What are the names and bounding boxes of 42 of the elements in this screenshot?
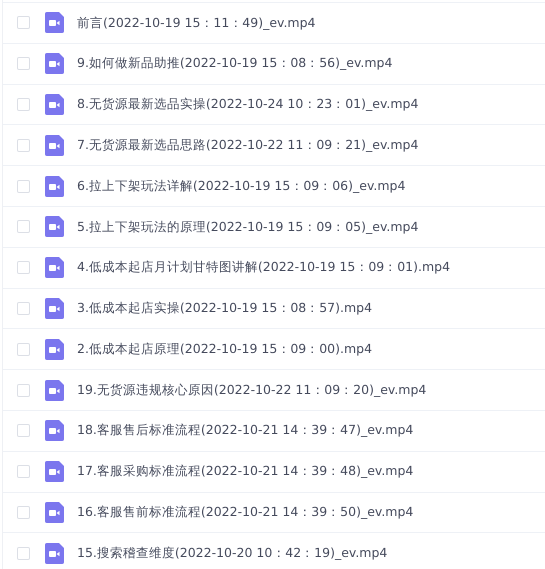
file-name[interactable]: 16.客服售前标准流程(2022-10-21 14：39：50)_ev.mp4 [77,503,414,522]
checkbox[interactable] [17,180,30,193]
file-name[interactable]: 19.无货源违规核心原因(2022-10-22 11：09：20)_ev.mp4 [77,380,426,400]
checkbox[interactable] [17,465,30,478]
file-name[interactable]: 7.无货源最新选品思路(2022-10-22 11：09：21)_ev.mp4 [77,136,418,155]
file-name[interactable]: 6.拉上下架玩法详解(2022-10-19 15：09：06)_ev.mp4 [77,176,406,196]
video-file-icon [45,216,64,238]
file-name[interactable]: 15.搜索稽查维度(2022-10-20 10：42：19)_ev.mp4 [77,544,388,563]
video-file-icon [45,338,64,360]
checkbox[interactable] [17,546,30,560]
checkbox[interactable] [17,16,30,30]
video-file-icon [45,298,64,319]
checkbox[interactable] [17,261,30,274]
checkbox[interactable] [17,342,30,356]
video-file-icon [45,461,64,482]
video-file-icon [45,53,64,74]
video-file-icon [45,420,64,442]
video-file-icon [45,502,64,523]
checkbox[interactable] [17,302,30,315]
file-name[interactable]: 2.低成本起店原理(2022-10-19 15：09：00).mp4 [77,340,372,359]
file-name[interactable]: 4.低成本起店月计划甘特图讲解(2022-10-19 15：09：01).mp4 [77,258,450,278]
video-file-icon [45,542,64,564]
checkbox[interactable] [17,506,30,519]
video-file-icon [45,134,64,156]
video-file-icon [45,257,64,278]
file-name[interactable]: 5.拉上下架玩法的原理(2022-10-19 15：09：05)_ev.mp4 [77,218,418,236]
checkbox[interactable] [17,138,30,152]
file-name[interactable]: 17.客服采购标准流程(2022-10-21 14：39：48)_ev.mp4 [77,462,414,482]
checkbox[interactable] [17,220,30,234]
video-file-icon [45,380,64,401]
checkbox[interactable] [17,98,30,111]
file-name[interactable]: 8.无货源最新选品实操(2022-10-24 10：23：01)_ev.mp4 [77,95,418,114]
file-name[interactable]: 前言(2022-10-19 15：11：49)_ev.mp4 [77,14,316,32]
video-file-icon [45,94,64,115]
file-name[interactable]: 3.低成本起店实操(2022-10-19 15：08：57).mp4 [77,299,372,318]
video-file-icon [45,176,64,197]
checkbox[interactable] [17,57,30,70]
video-file-icon [45,12,64,34]
file-name[interactable]: 18.客服售后标准流程(2022-10-21 14：39：47)_ev.mp4 [77,421,414,440]
checkbox[interactable] [17,424,30,438]
checkbox[interactable] [17,384,30,397]
file-name[interactable]: 9.如何做新品助推(2022-10-19 15：08：56)_ev.mp4 [77,54,392,74]
